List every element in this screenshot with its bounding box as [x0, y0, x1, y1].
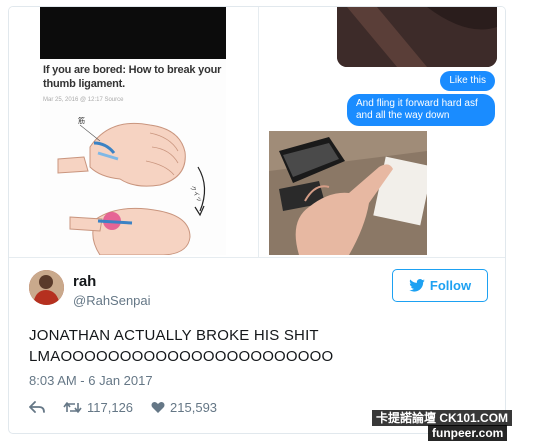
retweet-count: 117,126: [87, 400, 134, 415]
chat-bubble-1: Like this: [440, 71, 495, 91]
avatar[interactable]: [29, 270, 64, 305]
tweet-timestamp[interactable]: 8:03 AM - 6 Jan 2017: [29, 373, 153, 388]
tweet-line-2: LMAOOOOOOOOOOOOOOOOOOOOOOO: [29, 348, 334, 365]
chat-bubble-2: And fling it forward hard asf and all th…: [347, 94, 495, 126]
watermark-funpeer: funpeer.com: [428, 425, 508, 441]
retweet-button[interactable]: 117,126: [63, 400, 133, 415]
like-count: 215,593: [170, 400, 218, 415]
author-handle[interactable]: @RahSenpai: [73, 293, 151, 308]
media-image-hand[interactable]: [269, 131, 427, 255]
tweet-actions: 117,126 215,593: [29, 400, 235, 415]
article-header-image: [40, 7, 226, 59]
tweet-line-1: JONATHAN ACTUALLY BROKE HIS SHIT: [29, 327, 319, 344]
retweet-icon: [63, 402, 82, 413]
tweet-text: JONATHAN ACTUALLY BROKE HIS SHIT LMAOOOO…: [29, 325, 489, 367]
media-separator: [9, 257, 505, 258]
author-name[interactable]: rah: [73, 273, 96, 290]
diagram-label: 筋: [78, 116, 85, 125]
tweet-card: If you are bored: How to break your thum…: [8, 6, 506, 434]
diagram-sound: クイッ: [188, 185, 203, 204]
article-meta: Mar 25, 2016 @ 12:17 Source: [43, 97, 124, 103]
article-title: If you are bored: How to break your thum…: [43, 64, 222, 90]
chat-photo: [337, 7, 497, 67]
follow-button[interactable]: Follow: [392, 269, 488, 302]
watermark-ck101: 卡提諾論壇 CK101.COM: [372, 410, 513, 426]
reply-button[interactable]: [29, 401, 45, 414]
media-image-chat[interactable]: Like this And fling it forward hard asf …: [259, 7, 505, 131]
reply-icon: [29, 401, 45, 413]
heart-icon: [151, 402, 165, 413]
like-button[interactable]: 215,593: [151, 400, 217, 415]
media-image-article[interactable]: If you are bored: How to break your thum…: [40, 7, 226, 255]
twitter-bird-icon: [409, 279, 425, 292]
thumb-diagram: 筋 クイッ: [57, 116, 206, 255]
tweet-media[interactable]: If you are bored: How to break your thum…: [9, 7, 505, 257]
follow-label: Follow: [429, 278, 472, 293]
